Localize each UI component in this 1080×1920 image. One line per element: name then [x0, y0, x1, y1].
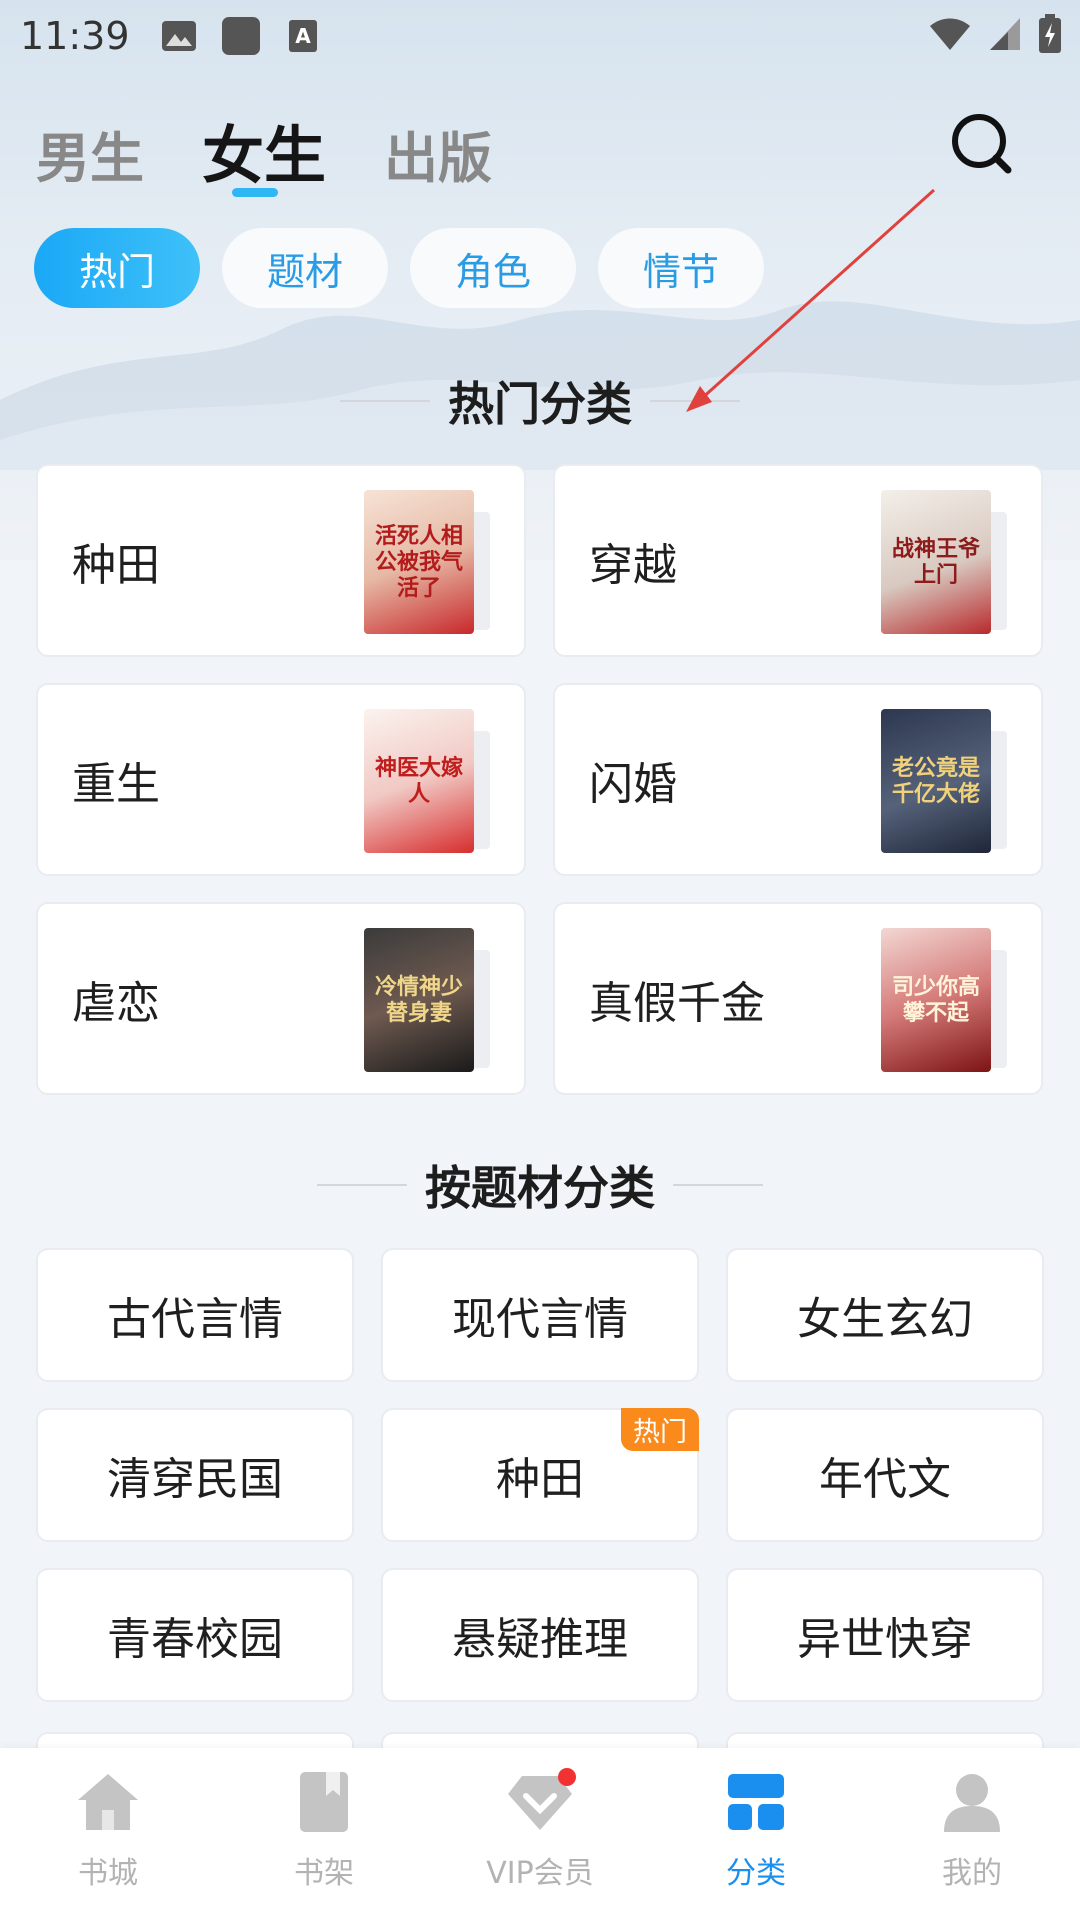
pill-plot[interactable]: 情节: [598, 228, 764, 308]
svg-text:A: A: [295, 24, 311, 48]
category-label: 清穿民国: [107, 1454, 283, 1505]
tab-male[interactable]: 男生: [36, 114, 144, 193]
gender-tabs: 男生 女生 出版: [36, 105, 492, 195]
hot-category-card[interactable]: 虐恋 冷情神少替身妻: [36, 902, 526, 1095]
theme-category-card[interactable]: 古代言情: [36, 1248, 354, 1382]
app-notification-icon: [221, 17, 260, 55]
hot-category-card[interactable]: 重生 神医大嫁人: [36, 683, 526, 876]
nav-bookshelf[interactable]: 书架: [234, 1766, 414, 1892]
divider-line: [317, 1184, 407, 1186]
category-grid-icon: [728, 1774, 784, 1830]
theme-category-card[interactable]: 青春校园: [36, 1568, 354, 1702]
category-label: 重生: [72, 758, 160, 810]
pill-role[interactable]: 角色: [410, 228, 576, 308]
image-notification-icon: [160, 17, 198, 55]
book-cover: 神医大嫁人: [364, 709, 490, 855]
category-label: 异世快穿: [797, 1614, 973, 1665]
notification-dot: [558, 1768, 576, 1786]
divider-line: [673, 1184, 763, 1186]
hot-category-grid: 种田 活死人相公被我气活了 穿越 战神王爷上门 重生 神医大嫁人 闪婚 老公竟是…: [36, 464, 1044, 1095]
profile-icon: [944, 1774, 1000, 1832]
hot-category-card[interactable]: 闪婚 老公竟是千亿大佬: [553, 683, 1043, 876]
bookshelf-icon: [300, 1772, 348, 1832]
divider-line: [650, 400, 740, 402]
status-time: 11:39: [20, 14, 130, 58]
category-label: 真假千金: [589, 977, 765, 1029]
pill-hot[interactable]: 热门: [34, 228, 200, 308]
nav-label: 书架: [294, 1856, 354, 1891]
search-icon: [952, 114, 1012, 174]
nav-label: 书城: [78, 1856, 138, 1891]
signal-icon: [988, 16, 1022, 56]
theme-category-card[interactable]: 女生玄幻: [726, 1248, 1044, 1382]
category-label: 现代言情: [452, 1294, 628, 1345]
active-tab-indicator: [232, 188, 278, 197]
hot-badge: 热门: [621, 1408, 699, 1451]
section-title-text: 热门分类: [448, 377, 632, 431]
book-cover: 活死人相公被我气活了: [364, 490, 490, 636]
wifi-icon: [928, 16, 972, 56]
nav-profile[interactable]: 我的: [882, 1766, 1062, 1892]
theme-category-card[interactable]: 种田 热门: [381, 1408, 699, 1542]
hot-section-title: 热门分类: [0, 368, 1080, 434]
theme-category-card[interactable]: 现代言情: [381, 1248, 699, 1382]
category-label: 青春校园: [107, 1614, 283, 1665]
pill-theme[interactable]: 题材: [222, 228, 388, 308]
category-label: 女生玄幻: [797, 1294, 973, 1345]
home-icon: [78, 1774, 138, 1830]
category-label: 古代言情: [107, 1294, 283, 1345]
theme-category-card[interactable]: 年代文: [726, 1408, 1044, 1542]
nav-label: 我的: [942, 1856, 1002, 1891]
book-cover: 司少你高攀不起: [881, 928, 1007, 1074]
theme-category-card[interactable]: 清穿民国: [36, 1408, 354, 1542]
status-bar: 11:39 A: [0, 0, 1080, 72]
nav-label: 分类: [726, 1856, 786, 1891]
search-button[interactable]: [950, 112, 1014, 176]
nav-bookstore[interactable]: 书城: [18, 1766, 198, 1892]
filter-pills: 热门 题材 角色 情节: [34, 228, 764, 308]
divider-line: [340, 400, 430, 402]
category-label: 闪婚: [589, 758, 677, 810]
category-label: 种田: [72, 539, 160, 591]
category-label: 年代文: [819, 1454, 951, 1505]
category-label: 悬疑推理: [452, 1614, 628, 1665]
section-title-text: 按题材分类: [425, 1161, 655, 1215]
book-cover: 老公竟是千亿大佬: [881, 709, 1007, 855]
hot-category-card[interactable]: 种田 活死人相公被我气活了: [36, 464, 526, 657]
category-label: 种田: [496, 1454, 584, 1505]
battery-icon: [1038, 14, 1062, 58]
nav-label: VIP会员: [486, 1856, 594, 1891]
tab-female[interactable]: 女生: [202, 105, 326, 195]
tab-publish[interactable]: 出版: [384, 114, 492, 193]
hot-category-card[interactable]: 穿越 战神王爷上门: [553, 464, 1043, 657]
book-cover: 战神王爷上门: [881, 490, 1007, 636]
category-label: 虐恋: [72, 977, 160, 1029]
theme-category-grid: 古代言情 现代言情 女生玄幻 清穿民国 种田 热门 年代文 青春校园 悬疑推理 …: [36, 1248, 1044, 1702]
hot-category-card[interactable]: 真假千金 司少你高攀不起: [553, 902, 1043, 1095]
category-label: 穿越: [589, 539, 677, 591]
theme-category-card[interactable]: 悬疑推理: [381, 1568, 699, 1702]
nav-vip[interactable]: VIP会员: [450, 1766, 630, 1892]
theme-category-card[interactable]: 异世快穿: [726, 1568, 1044, 1702]
theme-section-title: 按题材分类: [0, 1152, 1080, 1218]
keyboard-a-icon: A: [284, 17, 322, 55]
bottom-navigation: 书城 书架 VIP会员 分类 我的: [0, 1748, 1080, 1920]
book-cover: 冷情神少替身妻: [364, 928, 490, 1074]
nav-category[interactable]: 分类: [666, 1766, 846, 1892]
